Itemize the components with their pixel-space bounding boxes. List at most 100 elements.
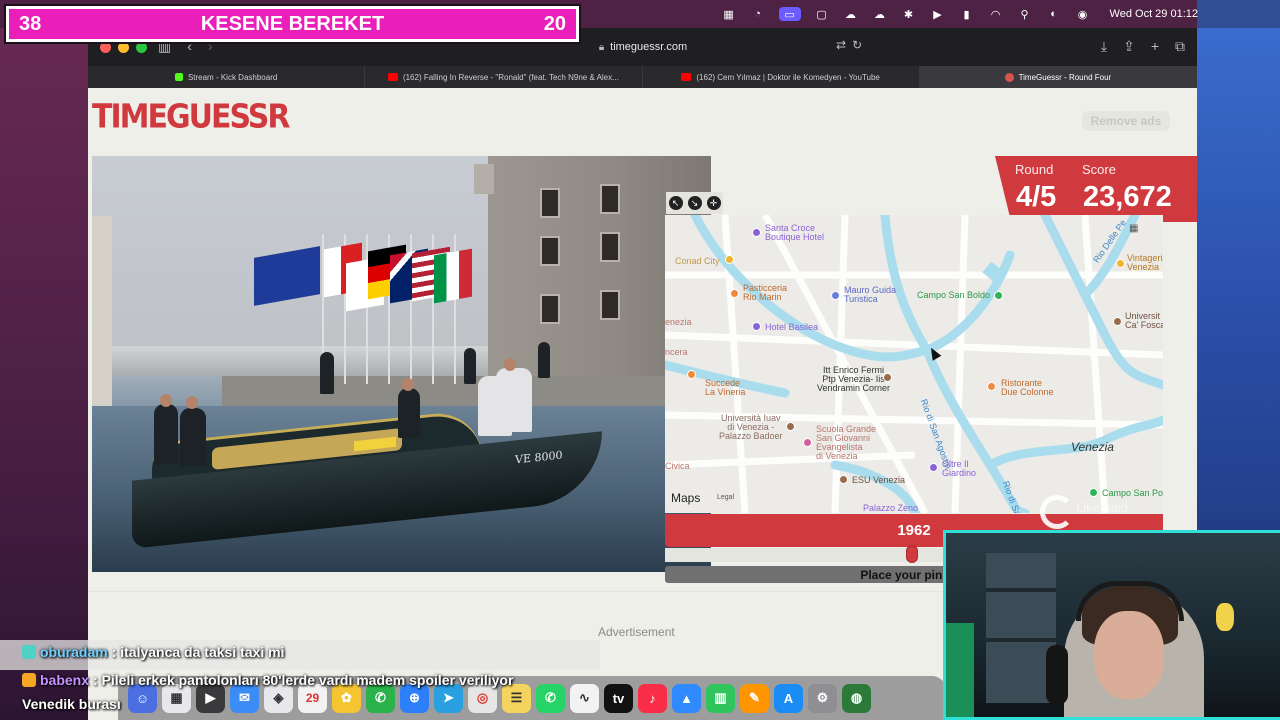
download-icon[interactable]: ⤓ [1101,38,1107,55]
office-pin-icon [839,475,848,484]
window-controls [100,42,147,53]
play-icon[interactable]: ▶ [930,7,946,21]
apple-maps-text: Maps [671,491,701,505]
url-text: timeguessr.com [610,41,688,53]
square-pin-icon [1089,488,1098,497]
photo-person [496,368,532,432]
minimize-window-button[interactable] [118,42,129,53]
year-slider-handle[interactable] [906,545,918,563]
tab-label: TimeGuessr - Round Four [1018,72,1112,82]
wifi-icon[interactable]: ◠ [988,7,1004,21]
webcam-light [946,623,974,717]
overlay-left-count: 38 [19,12,42,35]
photo-head [504,358,516,371]
round-label: Round [1015,162,1054,177]
map-label: enezia [665,317,692,327]
apple-tv-icon[interactable]: tv [604,683,633,713]
display-icon[interactable]: ▢ [814,7,830,21]
numbers-icon[interactable]: ▥ [706,683,735,713]
photo-window [540,294,560,324]
landmark-pin-icon [803,438,812,447]
chat-message: oburadam : italyanca da taksi taxi mi [22,644,284,660]
map-label: Vintageria Venezia [1127,253,1163,272]
youtube-icon [681,73,692,81]
legal-link[interactable]: Legal [717,494,734,501]
map-label: Civica [665,461,690,471]
microphone-icon [1046,645,1068,705]
photo-distant-shore [92,346,488,376]
cloud-icon[interactable]: ☁ [843,7,859,21]
photo-person [154,404,178,464]
tab-kick-dashboard[interactable]: Stream - Kick Dashboard [88,66,366,88]
photo-window [600,290,620,320]
kick-icon [174,73,183,81]
share-icon[interactable]: ⇪ [1123,38,1135,55]
shop-pin-icon [1116,259,1125,268]
hotel-pin-icon [929,463,938,472]
map-label: Palazzo Zeno [863,503,919,513]
maximize-window-button[interactable] [136,42,147,53]
music-icon[interactable]: ♪ [638,683,667,713]
advertisement-label: Advertisement [598,625,675,639]
tab-timeguessr[interactable]: TimeGuessr - Round Four [919,66,1197,88]
map-label: Santa Croce Boutique Hotel [765,223,825,242]
freeform-icon[interactable]: ∿ [570,683,599,713]
photo-head [186,396,198,409]
tab-overview-icon[interactable]: ⧉ [1175,38,1185,55]
app-store-icon[interactable]: A [774,683,803,713]
map-label: Scuola Grande San Giovanni Evangelista d… [816,424,877,461]
school-pin-icon [883,373,892,382]
tab-youtube-cem-yilmaz[interactable]: (162) Cem Yılmaz | Doktor ile Komedyen -… [643,66,920,88]
photo-head [402,378,414,391]
cafe-pin-icon [687,370,696,379]
timeguessr-icon [1004,72,1014,82]
map-layers-icon[interactable]: ▦ [1129,223,1145,237]
overlay-title: KESENE BEREKET [200,12,385,35]
hotel-pin-icon [752,228,761,237]
siri-icon[interactable]: ◉ [1075,7,1091,21]
chat-badge-icon [22,645,36,659]
screen-icon[interactable]: ▭ [778,7,801,21]
system-settings-icon[interactable]: ⚙ [808,683,837,713]
battery-icon[interactable]: ▮ [959,7,975,21]
tab-bar: Stream - Kick Dashboard (162) Falling In… [88,66,1197,88]
map-pin-icon[interactable]: ✛ [706,196,721,210]
photo-window [600,184,620,214]
whatsapp-icon[interactable]: ✆ [536,683,565,713]
webcam-feed [943,530,1280,720]
map-label: Itt Enrico Fermi Ptp Venezia- Iis Vendra… [817,365,891,393]
photo-window [600,232,620,262]
clock[interactable]: Wed Oct 29 01:12 [1110,8,1198,20]
control-center-icon[interactable]: ◐ [1046,7,1062,21]
map-label: Universit Ca' Fosca [1125,311,1163,330]
remove-ads-button[interactable]: Remove ads [1082,111,1170,131]
translate-icon[interactable]: ⇄ [836,38,846,52]
apple-maps-attribution[interactable]: Maps [671,491,700,505]
tab-youtube-falling-in-reverse[interactable]: (162) Falling In Reverse - "Ronald" (fea… [365,66,643,88]
map-label: Succede La Vineria [705,378,746,397]
bug-icon[interactable]: ✱ [901,7,917,21]
guess-map[interactable]: ▦ Santa Croce Boutique Hotel Conad City … [665,215,1163,513]
round-score-panel: Round Score 4/5 23,672 [995,156,1197,222]
browser-extension-icon[interactable]: ◔ [750,7,766,21]
cloud-sync-icon[interactable]: ☁ [872,7,888,21]
pages-icon[interactable]: ✎ [740,683,769,713]
restaurant-pin-icon [987,382,996,391]
map-label: ESU Venezia [852,475,906,485]
reload-icon[interactable]: ↻ [852,38,862,52]
map-expand-icon[interactable]: ↘ [687,196,702,210]
keynote-icon[interactable]: ▲ [672,683,701,713]
streamer-logo-icon [1040,495,1074,529]
close-window-button[interactable] [100,42,111,53]
map-label: Università Iuav di Venezia - Palazzo Bad… [719,413,783,441]
globe-app-icon[interactable]: ◍ [842,683,871,713]
score-label: Score [1082,162,1116,177]
timeguessr-logo[interactable]: TIMEGUESSR [92,98,290,146]
map-shrink-icon[interactable]: ↖ [668,196,683,210]
new-tab-icon[interactable]: + [1151,38,1159,55]
chat-message: babenx : Pileli erkek pantolonları 80'le… [22,672,513,688]
map-label: Hotel Basilea [765,322,819,332]
search-icon[interactable]: ⚲ [1017,7,1033,21]
map-label: Campo San Boldo [917,290,991,300]
grid-icon[interactable]: ▦ [721,7,737,21]
